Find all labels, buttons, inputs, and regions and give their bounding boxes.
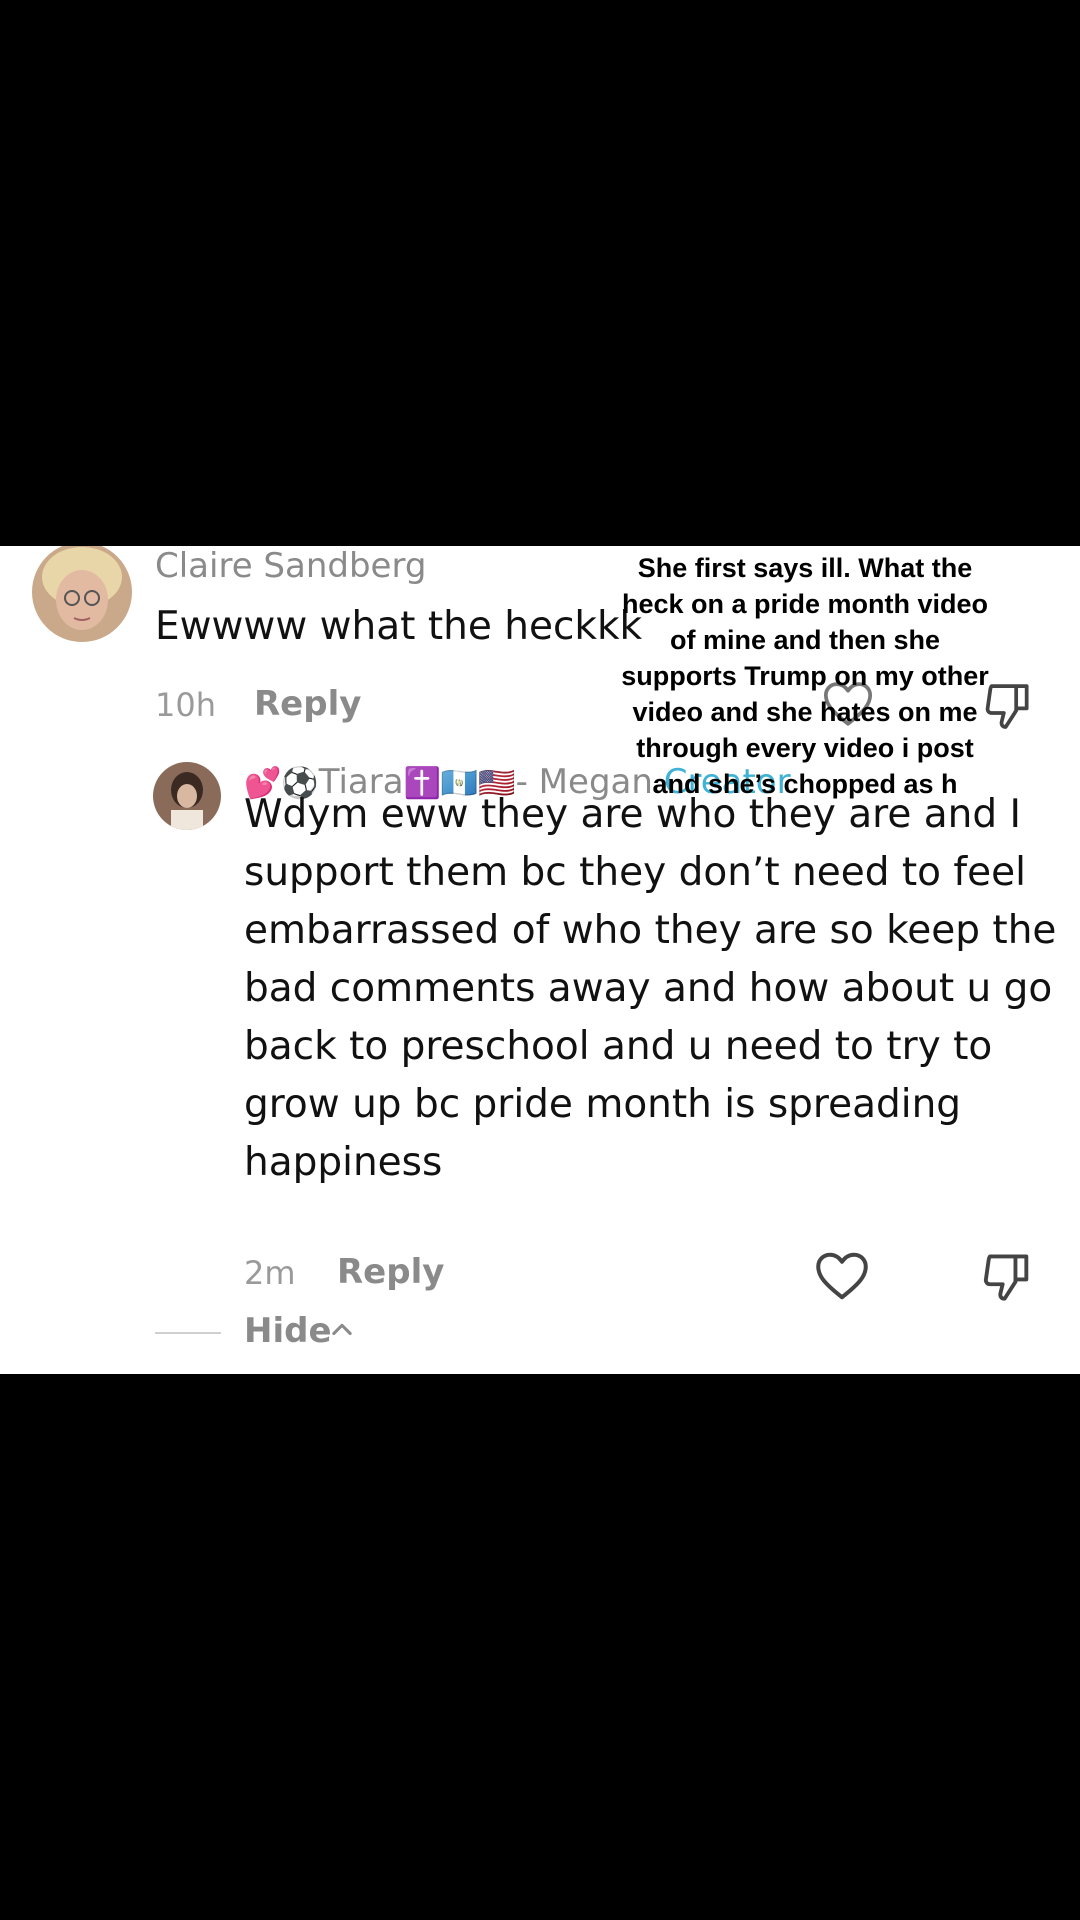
comment-text: Ewwww what the heckkk (155, 604, 643, 649)
avatar[interactable] (32, 546, 132, 642)
heart-icon[interactable] (812, 1246, 872, 1306)
comment-text: Wdym eww they are who they are and I sup… (244, 792, 1057, 1185)
divider (155, 1332, 221, 1334)
hide-replies-button[interactable]: Hide (244, 1311, 332, 1351)
reply-button[interactable]: Reply (254, 684, 361, 724)
comment-timestamp: 10h (155, 686, 216, 724)
comment-username[interactable]: Claire Sandberg (155, 546, 426, 586)
avatar[interactable] (153, 762, 221, 830)
comment-timestamp: 2m (244, 1254, 296, 1292)
dislike-icon[interactable] (978, 1248, 1036, 1306)
comment-panel: Claire Sandberg Ewwww what the heckkk 10… (0, 546, 1080, 1374)
chevron-up-icon[interactable] (328, 1316, 356, 1344)
overlay-caption: She first says ill. What the heck on a p… (621, 553, 989, 799)
reply-button[interactable]: Reply (337, 1252, 444, 1292)
video-frame: Claire Sandberg Ewwww what the heckkk 10… (0, 0, 1080, 1920)
